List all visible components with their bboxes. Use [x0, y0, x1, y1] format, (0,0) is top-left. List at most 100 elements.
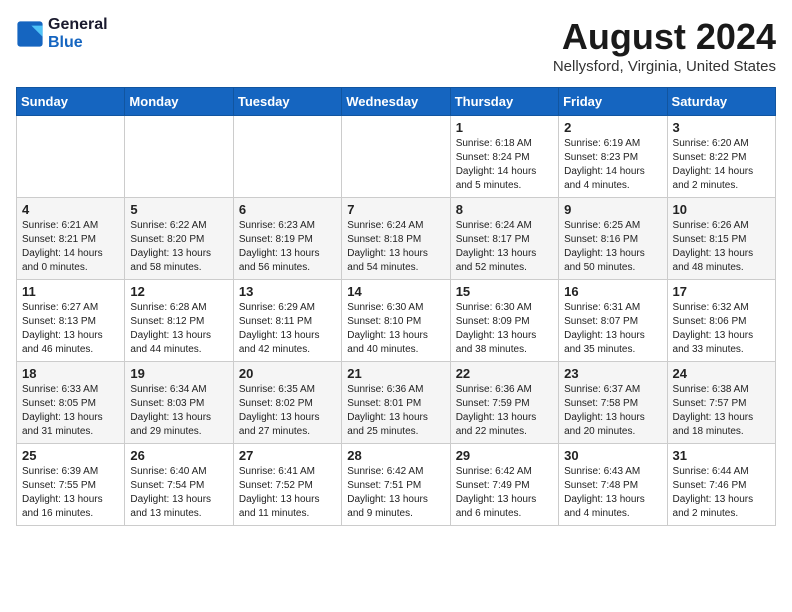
calendar-cell: 28 Sunrise: 6:42 AM Sunset: 7:51 PM Dayli…	[342, 444, 450, 526]
day-number: 26	[130, 448, 227, 463]
day-number: 25	[22, 448, 119, 463]
logo-icon	[16, 20, 44, 48]
calendar-cell	[233, 116, 341, 198]
calendar-cell: 11 Sunrise: 6:27 AM Sunset: 8:13 PM Dayli…	[17, 280, 125, 362]
calendar-cell: 29Sunrise: 6:42 AM Sunset: 7:49 PM Dayli…	[450, 444, 558, 526]
day-number: 28	[347, 448, 444, 463]
day-number: 18	[22, 366, 119, 381]
day-number: 8	[456, 202, 553, 217]
calendar-cell: 5Sunrise: 6:22 AM Sunset: 8:20 PM Daylig…	[125, 198, 233, 280]
calendar-cell: 6 Sunrise: 6:23 AM Sunset: 8:19 PM Daylig…	[233, 198, 341, 280]
day-number: 21	[347, 366, 444, 381]
calendar-cell: 15Sunrise: 6:30 AM Sunset: 8:09 PM Dayli…	[450, 280, 558, 362]
week-row-5: 25 Sunrise: 6:39 AM Sunset: 7:55 PM Dayli…	[17, 444, 776, 526]
day-info: Sunrise: 6:24 AM Sunset: 8:17 PM Dayligh…	[456, 219, 553, 275]
calendar-cell: 19 Sunrise: 6:34 AM Sunset: 8:03 PM Dayli…	[125, 362, 233, 444]
day-info: Sunrise: 6:22 AM Sunset: 8:20 PM Dayligh…	[130, 219, 227, 275]
day-number: 19	[130, 366, 227, 381]
header-day-sunday: Sunday	[17, 88, 125, 116]
calendar-cell: 25 Sunrise: 6:39 AM Sunset: 7:55 PM Dayli…	[17, 444, 125, 526]
header-day-monday: Monday	[125, 88, 233, 116]
day-info: Sunrise: 6:41 AM Sunset: 7:52 PM Dayligh…	[239, 465, 336, 521]
day-info: Sunrise: 6:39 AM Sunset: 7:55 PM Dayligh…	[22, 465, 119, 521]
day-info: Sunrise: 6:40 AM Sunset: 7:54 PM Dayligh…	[130, 465, 227, 521]
day-info: Sunrise: 6:20 AM Sunset: 8:22 PM Dayligh…	[673, 137, 770, 193]
header-day-thursday: Thursday	[450, 88, 558, 116]
day-number: 23	[564, 366, 661, 381]
day-info: Sunrise: 6:23 AM Sunset: 8:19 PM Dayligh…	[239, 219, 336, 275]
day-info: Sunrise: 6:44 AM Sunset: 7:46 PM Dayligh…	[673, 465, 770, 521]
header-row: SundayMondayTuesdayWednesdayThursdayFrid…	[17, 88, 776, 116]
day-info: Sunrise: 6:26 AM Sunset: 8:15 PM Dayligh…	[673, 219, 770, 275]
day-info: Sunrise: 6:42 AM Sunset: 7:51 PM Dayligh…	[347, 465, 444, 521]
day-info: Sunrise: 6:25 AM Sunset: 8:16 PM Dayligh…	[564, 219, 661, 275]
header-day-saturday: Saturday	[667, 88, 775, 116]
month-year: August 2024	[553, 16, 776, 58]
calendar-cell: 26 Sunrise: 6:40 AM Sunset: 7:54 PM Dayli…	[125, 444, 233, 526]
day-number: 27	[239, 448, 336, 463]
week-row-3: 11 Sunrise: 6:27 AM Sunset: 8:13 PM Dayli…	[17, 280, 776, 362]
week-row-4: 18Sunrise: 6:33 AM Sunset: 8:05 PM Dayli…	[17, 362, 776, 444]
day-info: Sunrise: 6:27 AM Sunset: 8:13 PM Dayligh…	[22, 301, 119, 357]
title-block: August 2024 Nellysford, Virginia, United…	[553, 16, 776, 75]
day-number: 10	[673, 202, 770, 217]
day-number: 3	[673, 120, 770, 135]
calendar-cell: 9 Sunrise: 6:25 AM Sunset: 8:16 PM Daylig…	[559, 198, 667, 280]
day-number: 4	[22, 202, 119, 217]
day-info: Sunrise: 6:36 AM Sunset: 8:01 PM Dayligh…	[347, 383, 444, 439]
calendar-cell: 10 Sunrise: 6:26 AM Sunset: 8:15 PM Dayli…	[667, 198, 775, 280]
day-number: 15	[456, 284, 553, 299]
header-day-wednesday: Wednesday	[342, 88, 450, 116]
day-number: 31	[673, 448, 770, 463]
day-number: 9	[564, 202, 661, 217]
day-number: 24	[673, 366, 770, 381]
day-number: 20	[239, 366, 336, 381]
day-info: Sunrise: 6:28 AM Sunset: 8:12 PM Dayligh…	[130, 301, 227, 357]
day-info: Sunrise: 6:34 AM Sunset: 8:03 PM Dayligh…	[130, 383, 227, 439]
calendar-cell: 23 Sunrise: 6:37 AM Sunset: 7:58 PM Dayli…	[559, 362, 667, 444]
calendar-cell: 12 Sunrise: 6:28 AM Sunset: 8:12 PM Dayli…	[125, 280, 233, 362]
calendar-cell: 18Sunrise: 6:33 AM Sunset: 8:05 PM Dayli…	[17, 362, 125, 444]
day-info: Sunrise: 6:37 AM Sunset: 7:58 PM Dayligh…	[564, 383, 661, 439]
calendar-cell	[342, 116, 450, 198]
calendar: SundayMondayTuesdayWednesdayThursdayFrid…	[16, 87, 776, 526]
calendar-header: SundayMondayTuesdayWednesdayThursdayFrid…	[17, 88, 776, 116]
day-number: 16	[564, 284, 661, 299]
day-info: Sunrise: 6:18 AM Sunset: 8:24 PM Dayligh…	[456, 137, 553, 193]
calendar-cell: 16Sunrise: 6:31 AM Sunset: 8:07 PM Dayli…	[559, 280, 667, 362]
calendar-cell: 30 Sunrise: 6:43 AM Sunset: 7:48 PM Dayli…	[559, 444, 667, 526]
logo-line2: Blue	[48, 34, 108, 52]
day-number: 17	[673, 284, 770, 299]
calendar-cell: 27 Sunrise: 6:41 AM Sunset: 7:52 PM Dayli…	[233, 444, 341, 526]
day-info: Sunrise: 6:21 AM Sunset: 8:21 PM Dayligh…	[22, 219, 119, 275]
calendar-body: 1Sunrise: 6:18 AM Sunset: 8:24 PM Daylig…	[17, 116, 776, 526]
day-info: Sunrise: 6:19 AM Sunset: 8:23 PM Dayligh…	[564, 137, 661, 193]
calendar-cell: 22Sunrise: 6:36 AM Sunset: 7:59 PM Dayli…	[450, 362, 558, 444]
day-number: 11	[22, 284, 119, 299]
calendar-cell: 20Sunrise: 6:35 AM Sunset: 8:02 PM Dayli…	[233, 362, 341, 444]
day-number: 6	[239, 202, 336, 217]
calendar-cell	[17, 116, 125, 198]
day-number: 30	[564, 448, 661, 463]
day-info: Sunrise: 6:29 AM Sunset: 8:11 PM Dayligh…	[239, 301, 336, 357]
page-header: General Blue August 2024 Nellysford, Vir…	[16, 16, 776, 75]
day-number: 2	[564, 120, 661, 135]
day-number: 14	[347, 284, 444, 299]
location: Nellysford, Virginia, United States	[553, 58, 776, 75]
day-number: 29	[456, 448, 553, 463]
calendar-cell: 8 Sunrise: 6:24 AM Sunset: 8:17 PM Daylig…	[450, 198, 558, 280]
day-info: Sunrise: 6:32 AM Sunset: 8:06 PM Dayligh…	[673, 301, 770, 357]
week-row-2: 4 Sunrise: 6:21 AM Sunset: 8:21 PM Daylig…	[17, 198, 776, 280]
calendar-cell: 2 Sunrise: 6:19 AM Sunset: 8:23 PM Daylig…	[559, 116, 667, 198]
day-info: Sunrise: 6:43 AM Sunset: 7:48 PM Dayligh…	[564, 465, 661, 521]
day-info: Sunrise: 6:24 AM Sunset: 8:18 PM Dayligh…	[347, 219, 444, 275]
day-info: Sunrise: 6:38 AM Sunset: 7:57 PM Dayligh…	[673, 383, 770, 439]
week-row-1: 1Sunrise: 6:18 AM Sunset: 8:24 PM Daylig…	[17, 116, 776, 198]
calendar-cell: 14Sunrise: 6:30 AM Sunset: 8:10 PM Dayli…	[342, 280, 450, 362]
day-number: 13	[239, 284, 336, 299]
calendar-cell: 4 Sunrise: 6:21 AM Sunset: 8:21 PM Daylig…	[17, 198, 125, 280]
day-number: 22	[456, 366, 553, 381]
header-day-friday: Friday	[559, 88, 667, 116]
day-number: 12	[130, 284, 227, 299]
calendar-cell: 3 Sunrise: 6:20 AM Sunset: 8:22 PM Daylig…	[667, 116, 775, 198]
